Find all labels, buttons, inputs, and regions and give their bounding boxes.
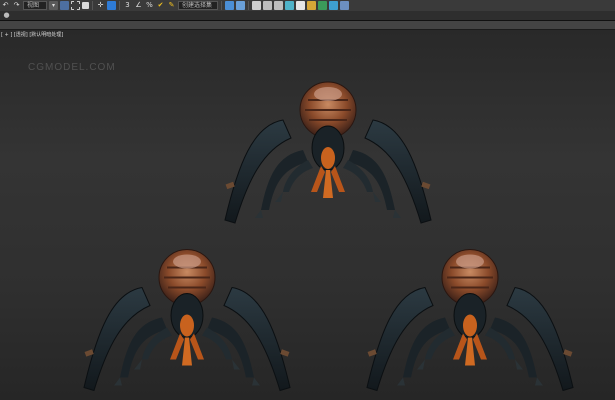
extra-tool-icon[interactable]: [340, 1, 349, 10]
toolbar-separator: [92, 1, 93, 10]
rect-select-icon[interactable]: [71, 1, 80, 10]
percent-snap-icon[interactable]: %: [145, 1, 154, 10]
selection-set-value: 视图: [27, 2, 40, 9]
watermark: CGMODEL.COM: [28, 62, 116, 73]
spinner-snap-icon[interactable]: ✔: [156, 1, 165, 10]
layer-icon[interactable]: [252, 1, 261, 10]
ribbon-strip: [0, 21, 615, 30]
main-toolbar: ↶ ↷ 视图 ▾ ✛ 3 ∠ % ✔ ✎ 创建选择集: [0, 0, 615, 11]
select-name-icon[interactable]: [60, 1, 69, 10]
select-icon[interactable]: ▾: [49, 1, 58, 10]
move-icon[interactable]: ✛: [96, 1, 105, 10]
spider-model-top[interactable]: [213, 80, 443, 230]
ribbon-icon[interactable]: [263, 1, 272, 10]
toolbar-separator: [221, 1, 222, 10]
rotate-icon[interactable]: [107, 1, 116, 10]
material-editor-icon[interactable]: [296, 1, 305, 10]
snap-icon[interactable]: 3: [123, 1, 132, 10]
viewport-label[interactable]: [ + ] [透视] [默认明暗处理]: [1, 31, 63, 38]
redo-icon[interactable]: ↷: [12, 1, 21, 10]
snap-label: 3: [125, 1, 130, 9]
named-selection-dropdown[interactable]: 创建选择集: [178, 1, 218, 10]
spider-model-left[interactable]: [72, 245, 302, 400]
window-icon[interactable]: [82, 2, 89, 9]
named-selection-value: 创建选择集: [182, 2, 213, 9]
toolbar-separator: [248, 1, 249, 10]
align-icon[interactable]: [236, 1, 245, 10]
edit-named-set-icon[interactable]: ✎: [167, 1, 176, 10]
schematic-icon[interactable]: [285, 1, 294, 10]
spider-model-right[interactable]: [355, 245, 585, 400]
perspective-viewport[interactable]: [ + ] [透视] [默认明暗处理] CGMODEL.COM: [0, 30, 615, 400]
render-setup-icon[interactable]: [307, 1, 316, 10]
mirror-icon[interactable]: [225, 1, 234, 10]
toolbar-separator: [119, 1, 120, 10]
selection-set-dropdown[interactable]: 视图: [23, 1, 47, 10]
render-frame-icon[interactable]: [318, 1, 327, 10]
undo-icon[interactable]: ↶: [1, 1, 10, 10]
render-icon[interactable]: [329, 1, 338, 10]
command-row: ●: [0, 11, 615, 21]
curve-editor-icon[interactable]: [274, 1, 283, 10]
viewport-menu-icon[interactable]: ●: [2, 11, 11, 20]
angle-snap-icon[interactable]: ∠: [134, 1, 143, 10]
